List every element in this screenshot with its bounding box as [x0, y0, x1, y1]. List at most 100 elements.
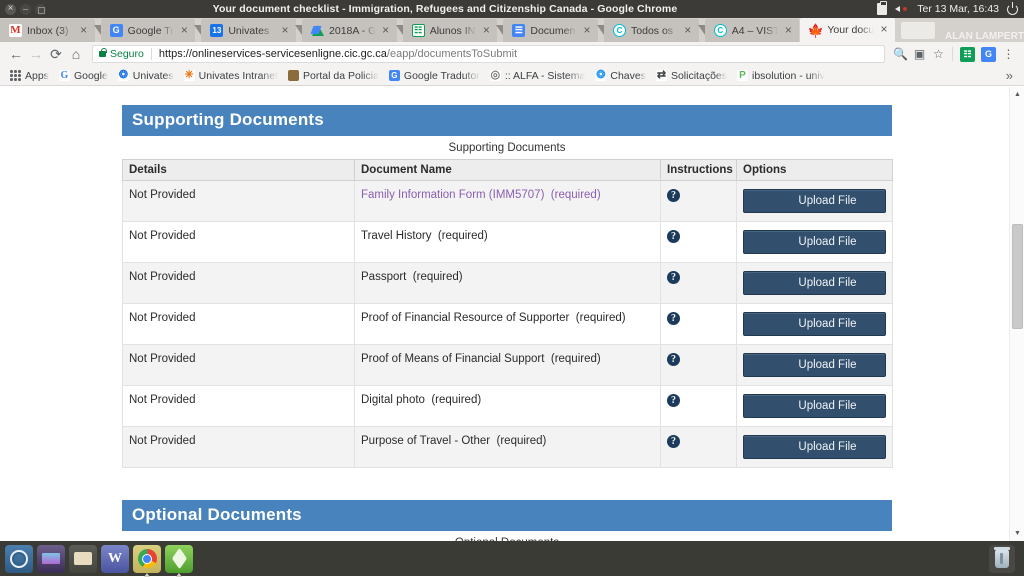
upload-file-button[interactable]: Upload File — [743, 435, 886, 459]
tab-close-icon[interactable]: × — [77, 24, 91, 38]
reload-button[interactable]: ⟳ — [46, 44, 66, 64]
table-row: Not ProvidedPassport (required)?Upload F… — [123, 263, 893, 304]
cell-options: Upload File — [737, 263, 893, 304]
extension-translate-icon[interactable]: G — [981, 47, 996, 62]
home-button[interactable]: ⌂ — [66, 44, 86, 64]
taskbar-item-file-manager[interactable] — [69, 545, 97, 573]
bookmark-label: :: ALFA - Sistema — [505, 70, 586, 82]
bookmark-item[interactable]: Portal da Policia — [283, 70, 384, 82]
document-name-text: Digital photo — [361, 394, 425, 406]
help-icon[interactable]: ? — [667, 394, 680, 407]
table-row: Not ProvidedTravel History (required)?Up… — [123, 222, 893, 263]
scroll-up-arrow[interactable]: ▲ — [1010, 87, 1024, 102]
bookmark-item[interactable]: ❂Chaves — [590, 70, 651, 82]
bookmark-favicon: G — [59, 70, 70, 81]
bookmark-item[interactable]: GGoogle — [54, 70, 113, 82]
page-scrollbar[interactable]: ▲ ▼ — [1009, 87, 1024, 541]
scrollbar-thumb[interactable] — [1012, 224, 1023, 329]
bookmark-favicon: ◎ — [490, 70, 501, 81]
star-icon[interactable]: ☆ — [929, 45, 948, 64]
bookmark-item[interactable]: ⇄Solicitações — [651, 70, 732, 82]
document-name-link[interactable]: Family Information Form (IMM5707) — [361, 189, 544, 201]
taskbar-item-display-settings[interactable] — [37, 545, 65, 573]
help-icon[interactable]: ? — [667, 230, 680, 243]
window-close-button[interactable] — [5, 4, 16, 15]
upload-file-button[interactable]: Upload File — [743, 353, 886, 377]
upload-file-button[interactable]: Upload File — [743, 189, 886, 213]
power-icon[interactable] — [1007, 4, 1018, 15]
browser-tab[interactable]: 13Univates× — [201, 19, 296, 42]
upload-file-button[interactable]: Upload File — [743, 394, 886, 418]
tab-close-icon[interactable]: × — [278, 24, 292, 38]
browser-tab[interactable]: ☰Documen× — [503, 19, 598, 42]
bookmark-label: Google Tradutor — [404, 70, 480, 82]
upload-file-button[interactable]: Upload File — [743, 230, 886, 254]
cell-document-name: Passport (required) — [355, 263, 661, 304]
bookmark-favicon: ✳ — [184, 70, 195, 81]
circle-c-icon: C — [613, 24, 626, 37]
upload-file-button[interactable]: Upload File — [743, 271, 886, 295]
cell-document-name: Proof of Financial Resource of Supporter… — [355, 304, 661, 345]
help-icon[interactable]: ? — [667, 271, 680, 284]
browser-tab[interactable]: ☷Alunos IN× — [403, 19, 498, 42]
trash-icon[interactable] — [989, 545, 1015, 573]
volume-icon[interactable] — [895, 3, 909, 15]
tab-close-icon[interactable]: × — [580, 24, 594, 38]
scroll-down-arrow[interactable]: ▼ — [1010, 526, 1024, 541]
help-icon[interactable]: ? — [667, 435, 680, 448]
taskbar-item-word-processor[interactable] — [101, 545, 129, 573]
tab-separator — [496, 25, 503, 35]
taskbar-item-ubuntu-software[interactable] — [5, 545, 33, 573]
browser-tab[interactable]: MInbox (3)× — [0, 19, 95, 42]
window-maximize-button[interactable] — [35, 4, 46, 15]
tab-close-icon[interactable]: × — [681, 24, 695, 38]
back-button[interactable]: ← — [6, 44, 26, 64]
help-icon[interactable]: ? — [667, 189, 680, 202]
system-clock[interactable]: Ter 13 Mar, 16:43 — [917, 3, 999, 15]
cell-options: Upload File — [737, 386, 893, 427]
extension-sheets-icon[interactable]: ☷ — [960, 47, 975, 62]
bookmarks-overflow-button[interactable]: » — [1000, 68, 1019, 83]
table-header-row: Details Document Name Instructions Optio… — [123, 160, 893, 181]
zoom-out-icon[interactable]: 🔍 — [891, 45, 910, 64]
tab-close-icon[interactable]: × — [379, 24, 393, 38]
bookmark-item[interactable]: ◎:: ALFA - Sistema — [485, 70, 591, 82]
browser-tab[interactable]: CA4 – VISTO× — [705, 19, 800, 42]
bookmark-label: Solicitações — [671, 70, 727, 82]
required-marker: (required) — [576, 312, 626, 324]
tab-close-icon[interactable]: × — [479, 24, 493, 38]
user-profile-chip[interactable] — [901, 19, 935, 42]
tab-close-icon[interactable]: × — [781, 24, 795, 38]
table-row: Not ProvidedDigital photo (required)?Upl… — [123, 386, 893, 427]
window-minimize-button[interactable] — [20, 4, 31, 15]
help-icon[interactable]: ? — [667, 353, 680, 366]
window-controls — [0, 4, 46, 15]
document-name-text: Passport — [361, 271, 406, 283]
taskbar-item-text-editor[interactable] — [165, 545, 193, 573]
bookmark-item[interactable]: ❂Univates — [113, 70, 179, 82]
help-icon[interactable]: ? — [667, 312, 680, 325]
browser-tab[interactable]: CTodos os× — [604, 19, 699, 42]
forward-button[interactable]: → — [26, 44, 46, 64]
upload-file-button[interactable]: Upload File — [743, 312, 886, 336]
bookmark-item[interactable]: GGoogle Tradutor — [384, 70, 485, 82]
tab-separator — [94, 25, 101, 35]
browser-tab[interactable]: 🍁Your docu× — [800, 18, 895, 42]
browser-toolbar: ← → ⟳ ⌂ Seguro https://onlineservices-se… — [0, 42, 1024, 66]
translate-icon[interactable]: ▣ — [910, 45, 929, 64]
address-bar[interactable]: Seguro https://onlineservices-servicesen… — [92, 45, 885, 63]
browser-tab[interactable]: Google Tra× — [101, 19, 196, 42]
chrome-menu-icon[interactable]: ⋮ — [999, 45, 1018, 64]
taskbar-item-google-chrome[interactable] — [133, 545, 161, 573]
browser-tab[interactable]: 2018A - Go× — [302, 19, 397, 42]
bookmark-item[interactable]: Pibsolution - univ — [732, 70, 830, 82]
bookmark-item[interactable]: ✳Univates Intranet — [179, 70, 283, 82]
supporting-table-body: Not ProvidedFamily Information Form (IMM… — [123, 181, 893, 468]
url-domain: https://onlineservices-servicesenligne.c… — [159, 48, 387, 60]
bookmark-label: Apps — [25, 70, 49, 82]
tab-close-icon[interactable]: × — [177, 24, 191, 38]
tab-close-icon[interactable]: × — [877, 23, 891, 37]
clipboard-icon[interactable] — [877, 3, 887, 15]
document-name-text: Purpose of Travel - Other — [361, 435, 490, 447]
bookmark-item[interactable]: Apps — [5, 70, 54, 82]
